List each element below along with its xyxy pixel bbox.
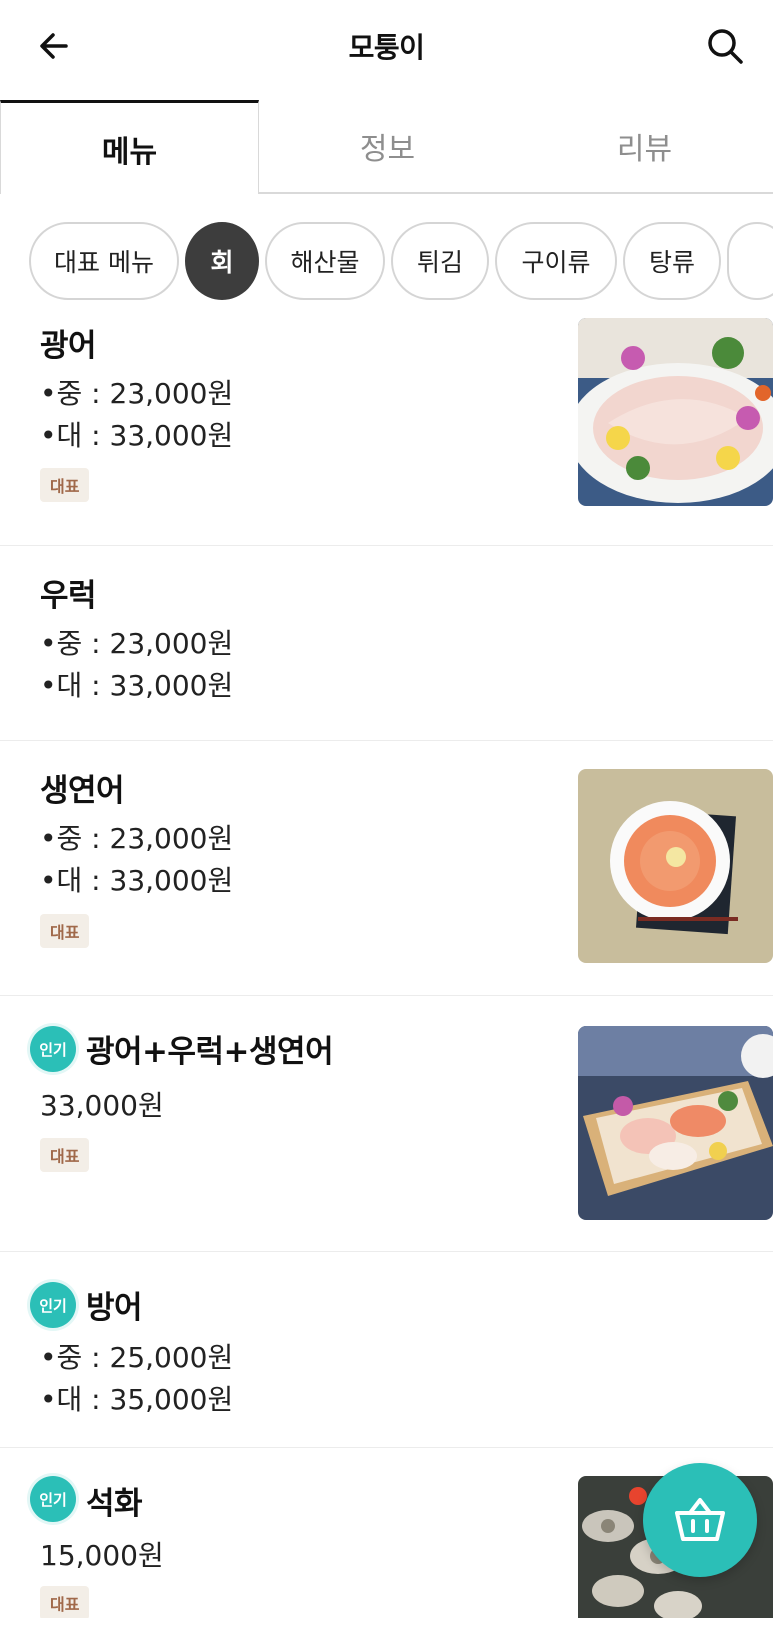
menu-item-name: 방어 — [86, 1290, 143, 1326]
menu-item-name: 광어+우럭+생연어 — [86, 1034, 334, 1070]
app-header: 모퉁이 — [0, 0, 773, 96]
menu-item-price: •대 : 33,000원 — [40, 864, 234, 897]
menu-item[interactable]: 인기 광어+우럭+생연어 33,000원 대표 — [0, 996, 773, 1252]
tab-reviews[interactable]: 리뷰 — [516, 100, 773, 192]
tab-bar: 메뉴 정보 리뷰 — [0, 100, 773, 194]
menu-item-name: 우럭 — [40, 578, 97, 614]
popular-badge: 인기 — [30, 1282, 76, 1328]
menu-item-price: •대 : 33,000원 — [40, 419, 234, 452]
page-title: 모퉁이 — [348, 31, 425, 64]
menu-item-name: 석화 — [86, 1486, 143, 1522]
chip-more[interactable] — [727, 222, 773, 300]
category-chip-bar: 대표 메뉴 회 해산물 튀김 구이류 탕류 — [0, 222, 773, 302]
menu-item-price: •중 : 23,000원 — [40, 627, 234, 660]
menu-item-image-salmon — [578, 769, 773, 963]
popular-badge: 인기 — [30, 1476, 76, 1522]
menu-list: 광어 •중 : 23,000원 •대 : 33,000원 대표 우럭 •중: … — [0, 318, 773, 1618]
menu-item-name: 생연어 — [40, 773, 125, 809]
chip-seafood[interactable]: 해산물 — [265, 222, 385, 300]
basket-icon — [675, 1498, 725, 1541]
menu-item-name: 광어 — [40, 328, 97, 364]
menu-item-price: •대 : 33,000원 — [40, 669, 234, 702]
menu-item-image-platter — [578, 1026, 773, 1220]
tab-info[interactable]: 정보 — [259, 100, 516, 192]
cart-button[interactable] — [643, 1463, 757, 1577]
tab-menu[interactable]: 메뉴 — [0, 100, 259, 194]
menu-item-price: •중 : 25,000원 — [40, 1341, 234, 1374]
signature-tag: 대표 — [40, 914, 90, 948]
chip-stew[interactable]: 탕류 — [623, 222, 721, 300]
popular-badge: 인기 — [30, 1026, 76, 1072]
chip-grilled[interactable]: 구이류 — [495, 222, 617, 300]
menu-item-image-flatfish — [578, 318, 773, 506]
signature-tag: 대표 — [40, 1586, 90, 1618]
search-icon — [708, 29, 743, 64]
menu-item[interactable]: 인기 방어 •중 : 25,000원 •대 : 35,000원 — [0, 1252, 773, 1448]
chip-sashimi[interactable]: 회 — [185, 222, 259, 300]
menu-item[interactable]: 생연어 •중 : 23,000원 •대 : 33,000원 대표 — [0, 741, 773, 996]
menu-item-price: 15,000원 — [40, 1539, 164, 1572]
chip-fried[interactable]: 튀김 — [391, 222, 489, 300]
menu-item-price: 33,000원 — [40, 1089, 164, 1122]
menu-item-price: •대 : 35,000원 — [40, 1383, 234, 1416]
chip-signature-menu[interactable]: 대표 메뉴 — [29, 222, 179, 300]
menu-item-price: •중 : 23,000원 — [40, 377, 234, 410]
signature-tag: 대표 — [40, 468, 90, 502]
signature-tag: 대표 — [40, 1138, 90, 1172]
search-button[interactable] — [701, 22, 749, 70]
menu-item-price: •중 : 23,000원 — [40, 822, 234, 855]
menu-item[interactable]: 광어 •중 : 23,000원 •대 : 33,000원 대표 — [0, 318, 773, 546]
menu-item[interactable]: 우럭 •중 : 23,000원 •대 : 33,000원 — [0, 546, 773, 741]
